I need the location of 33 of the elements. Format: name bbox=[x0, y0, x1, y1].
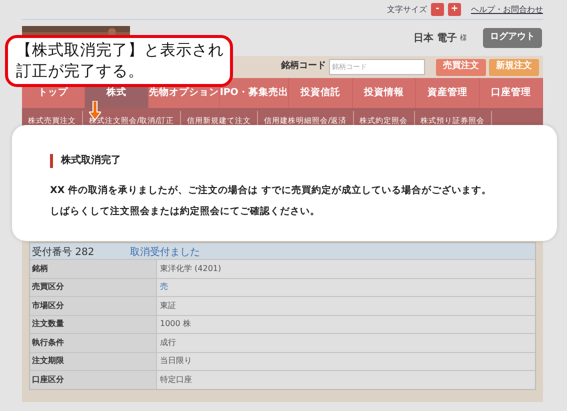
field-label: 売買区分 bbox=[30, 278, 157, 296]
font-size-button[interactable]: + bbox=[448, 3, 461, 16]
field-label: 市場区分 bbox=[30, 297, 157, 314]
field-value: 売 bbox=[157, 278, 535, 296]
field-value: 東証 bbox=[157, 297, 535, 314]
field-label: 執行条件 bbox=[30, 334, 157, 352]
receipt-number: 受付番号 282 bbox=[31, 247, 96, 259]
field-label: 注文期限 bbox=[30, 352, 157, 370]
nav-tab[interactable]: 投資信託 bbox=[289, 78, 353, 108]
nav-tab[interactable]: 口座管理 bbox=[480, 78, 544, 108]
search-label: 銘柄コード bbox=[281, 60, 326, 74]
font-size-button[interactable]: - bbox=[431, 3, 444, 16]
field-value: 1000 株 bbox=[157, 316, 535, 333]
dialog-message: XX 件の取消を承りましたが、ご注文の場合は すでに売買約定が成立している場合がございます。 bbox=[50, 184, 492, 198]
dialog-title: 株式取消完了 bbox=[61, 153, 121, 168]
user-name: 日本 電子 bbox=[414, 32, 457, 46]
field-label: 注文数量 bbox=[30, 316, 157, 333]
field-value: 成行 bbox=[157, 334, 535, 352]
order-button[interactable]: 売買注文 bbox=[436, 58, 486, 76]
field-value: 特定口座 bbox=[157, 371, 535, 388]
nav-tab[interactable]: 投資情報 bbox=[352, 78, 416, 108]
logout-button[interactable]: ログアウト bbox=[483, 28, 542, 48]
dialog-message: しばらくして注文照会または約定照会にてご確認ください。 bbox=[50, 205, 321, 220]
field-label: 銘柄 bbox=[30, 260, 157, 278]
field-value: 東洋化学 (4201) bbox=[157, 260, 535, 278]
nav-tab[interactable]: IPO・募集売出 bbox=[220, 78, 290, 108]
order-button[interactable]: 新規注文 bbox=[489, 58, 539, 76]
cancel-status: 取消受付ました bbox=[130, 247, 200, 259]
field-label: 口座区分 bbox=[30, 371, 157, 388]
help-link[interactable]: ヘルプ・お問合わせ bbox=[471, 4, 543, 16]
font-size-label: 文字サイズ bbox=[387, 4, 427, 16]
field-value: 当日限り bbox=[157, 352, 535, 370]
nav-tab[interactable]: 資産管理 bbox=[416, 78, 480, 108]
